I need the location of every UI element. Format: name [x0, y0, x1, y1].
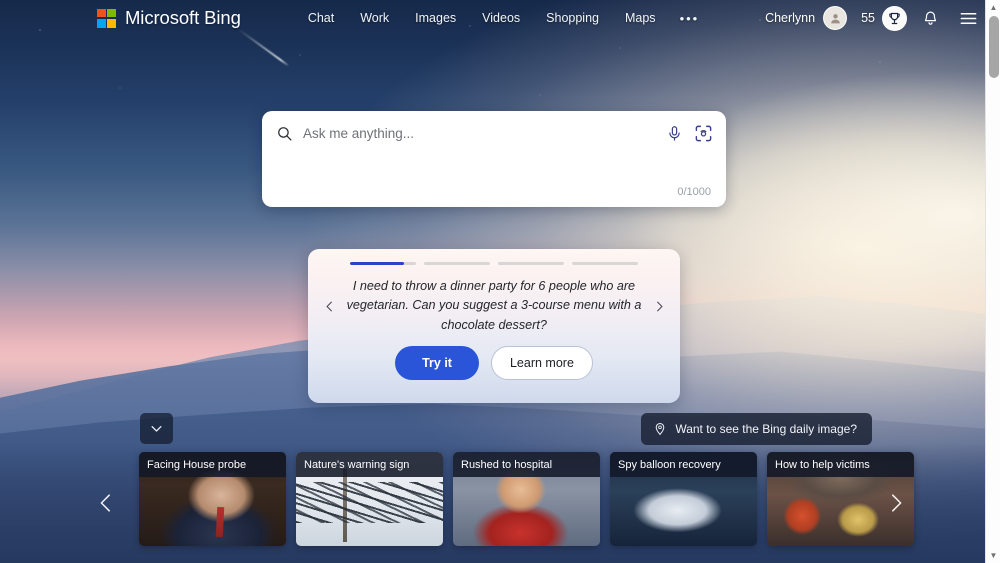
hamburger-menu-icon: [960, 12, 976, 24]
news-card[interactable]: Nature's warning sign: [296, 452, 443, 546]
avatar[interactable]: [823, 6, 848, 30]
main-menu-button[interactable]: [953, 3, 983, 33]
location-pin-icon: [656, 423, 665, 436]
news-card-title: How to help victims: [767, 452, 914, 477]
news-card-title: Rushed to hospital: [453, 452, 600, 477]
scrollbar-thumb[interactable]: [988, 16, 999, 78]
news-card[interactable]: Spy balloon recovery: [610, 452, 757, 546]
rewards-count: 55: [861, 11, 875, 25]
person-avatar-icon: [830, 13, 840, 23]
search-tools: [666, 124, 713, 143]
news-card[interactable]: Facing House probe: [139, 452, 286, 546]
prompt-card-actions: Try it Learn more: [308, 346, 680, 380]
chevron-down-icon: [151, 426, 162, 432]
news-card-title: Facing House probe: [139, 452, 286, 477]
trophy-icon: [889, 12, 900, 24]
user-name: Cherlynn: [765, 11, 816, 25]
prompt-suggestion-card: I need to throw a dinner party for 6 peo…: [308, 249, 680, 403]
header-right-cluster: Cherlynn 55: [765, 3, 983, 33]
nav-more-overflow-icon[interactable]: •••: [669, 5, 711, 32]
chevron-right-icon: [656, 301, 662, 311]
nav-videos[interactable]: Videos: [469, 5, 533, 31]
carousel-progress: [308, 249, 680, 265]
try-it-button[interactable]: Try it: [395, 346, 479, 380]
news-next-button[interactable]: [877, 484, 915, 522]
nav-chat[interactable]: Chat: [295, 5, 347, 31]
chevron-left-icon: [326, 301, 332, 311]
nav-maps[interactable]: Maps: [612, 5, 669, 31]
search-row: [262, 111, 726, 155]
prompt-prev-button[interactable]: [314, 298, 344, 315]
news-card[interactable]: Rushed to hospital: [453, 452, 600, 546]
progress-segment[interactable]: [498, 262, 564, 265]
search-icon[interactable]: [276, 125, 293, 142]
bing-homepage: Microsoft Bing Chat Work Images Videos S…: [0, 0, 1000, 563]
brand-name: Microsoft Bing: [125, 7, 241, 28]
nav-work[interactable]: Work: [347, 5, 402, 31]
prompt-text: I need to throw a dinner party for 6 peo…: [346, 279, 642, 332]
news-carousel: Facing House probe Nature's warning sign…: [139, 452, 914, 546]
chevron-left-icon: [100, 494, 110, 512]
search-input[interactable]: [303, 125, 666, 141]
visual-search-camera-icon[interactable]: [694, 124, 713, 143]
bell-icon: [924, 11, 936, 25]
nav-shopping[interactable]: Shopping: [533, 5, 612, 31]
progress-segment[interactable]: [350, 262, 416, 265]
character-counter: 0/1000: [677, 186, 711, 198]
expand-feed-button[interactable]: [140, 413, 173, 444]
daily-image-prompt[interactable]: Want to see the Bing daily image?: [641, 413, 872, 445]
news-card-title: Nature's warning sign: [296, 452, 443, 477]
top-header: Microsoft Bing Chat Work Images Videos S…: [0, 0, 1000, 36]
search-box[interactable]: 0/1000: [262, 111, 726, 207]
microsoft-squares-logo: [97, 8, 116, 28]
learn-more-button[interactable]: Learn more: [490, 346, 593, 380]
news-card-title: Spy balloon recovery: [610, 452, 757, 477]
rewards-widget[interactable]: 55: [861, 5, 907, 31]
chevron-right-icon: [892, 494, 902, 512]
news-prev-button[interactable]: [87, 484, 125, 522]
daily-image-label: Want to see the Bing daily image?: [675, 422, 857, 436]
prompt-card-body: I need to throw a dinner party for 6 peo…: [308, 270, 680, 342]
rewards-badge: [882, 5, 907, 31]
scroll-up-arrow-icon[interactable]: ▲: [986, 0, 1000, 15]
page-scrollbar[interactable]: ▲ ▼: [985, 0, 1000, 563]
notifications-button[interactable]: [915, 3, 945, 33]
scroll-down-arrow-icon[interactable]: ▼: [986, 548, 1000, 563]
progress-segment[interactable]: [424, 262, 490, 265]
primary-nav: Chat Work Images Videos Shopping Maps ••…: [295, 5, 710, 32]
prompt-next-button[interactable]: [644, 298, 674, 315]
progress-segment[interactable]: [572, 262, 638, 265]
brand-logo[interactable]: Microsoft Bing: [97, 7, 241, 29]
nav-images[interactable]: Images: [402, 5, 469, 31]
microphone-icon[interactable]: [666, 124, 683, 143]
